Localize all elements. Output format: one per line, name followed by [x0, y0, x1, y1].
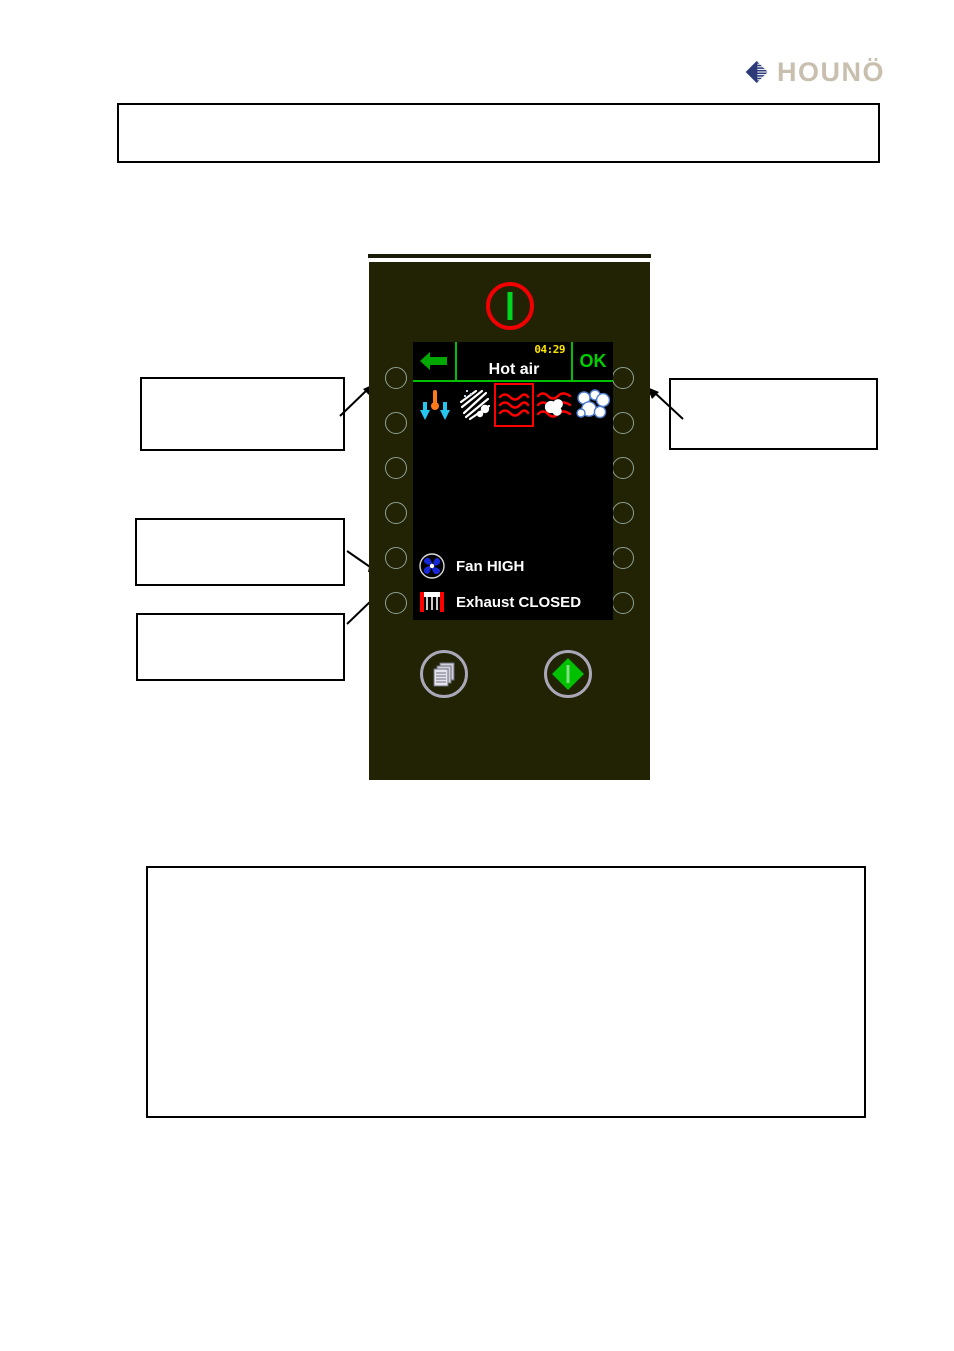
status-row-fan[interactable]: Fan HIGH — [413, 548, 613, 584]
callout-box-right — [669, 378, 878, 450]
back-arrow-icon — [420, 352, 447, 370]
mode-selector-row — [413, 382, 613, 428]
side-key-right-4[interactable] — [612, 502, 634, 524]
heat-waves-steam-icon — [536, 392, 571, 418]
mode-defrost[interactable] — [455, 383, 495, 427]
side-key-right-3[interactable] — [612, 457, 634, 479]
callout-box-left-middle — [135, 518, 345, 586]
menu-button[interactable] — [420, 650, 468, 698]
note-box-top — [117, 103, 880, 163]
note-box-bottom — [146, 866, 866, 1118]
fan-icon — [416, 553, 448, 579]
mode-steam[interactable] — [573, 383, 613, 427]
lcd-top-bar: 04:29 Hot air OK — [413, 342, 613, 382]
red-heat-waves-icon — [498, 393, 530, 417]
exhaust-icon — [416, 591, 448, 613]
page-title: Hot air — [488, 361, 540, 378]
side-key-left-6[interactable] — [385, 592, 407, 614]
power-bar — [507, 292, 512, 320]
clock-display: 04:29 — [534, 343, 565, 356]
appliance-top-trim — [368, 254, 651, 258]
exhaust-status-label: Exhaust CLOSED — [456, 593, 582, 611]
lcd-title-cell: 04:29 Hot air — [457, 342, 571, 380]
stacked-pages-icon — [433, 662, 455, 687]
side-key-left-2[interactable] — [385, 412, 407, 434]
back-button[interactable] — [413, 342, 457, 380]
side-key-right-6[interactable] — [612, 592, 634, 614]
callout-box-left-top — [140, 377, 345, 451]
green-diamond-start-icon — [552, 658, 584, 690]
ok-button[interactable]: OK — [571, 342, 613, 380]
thaw-burst-icon — [460, 389, 491, 421]
brand-logo: HOUNÖ — [745, 52, 885, 92]
lcd-screen: 04:29 Hot air OK Fan HIGH Exhaust CLOSED — [413, 342, 613, 620]
mode-cool-down[interactable] — [415, 383, 455, 427]
side-key-right-5[interactable] — [612, 547, 634, 569]
brand-name: HOUNÖ — [777, 56, 885, 87]
mode-combi[interactable] — [534, 383, 574, 427]
steam-clouds-icon — [576, 389, 611, 419]
fan-status-label: Fan HIGH — [456, 557, 525, 575]
start-button[interactable] — [544, 650, 592, 698]
side-key-left-1[interactable] — [385, 367, 407, 389]
side-key-right-2[interactable] — [612, 412, 634, 434]
side-key-left-5[interactable] — [385, 547, 407, 569]
appliance-control-panel: 04:29 Hot air OK Fan HIGH Exhaust CLOSED — [369, 262, 650, 780]
status-row-exhaust[interactable]: Exhaust CLOSED — [413, 584, 613, 620]
hound-arrow-logo-icon — [745, 60, 768, 84]
side-key-left-3[interactable] — [385, 457, 407, 479]
power-on-icon[interactable] — [485, 282, 534, 330]
mode-hot-air[interactable] — [494, 383, 534, 427]
thermometer-down-arrows-icon — [419, 390, 450, 420]
side-key-right-1[interactable] — [612, 367, 634, 389]
leader-arrow-right — [647, 387, 684, 420]
status-list: Fan HIGH Exhaust CLOSED — [413, 548, 613, 620]
side-key-left-4[interactable] — [385, 502, 407, 524]
ok-button-label: OK — [579, 350, 607, 371]
callout-box-left-bottom — [136, 613, 345, 681]
